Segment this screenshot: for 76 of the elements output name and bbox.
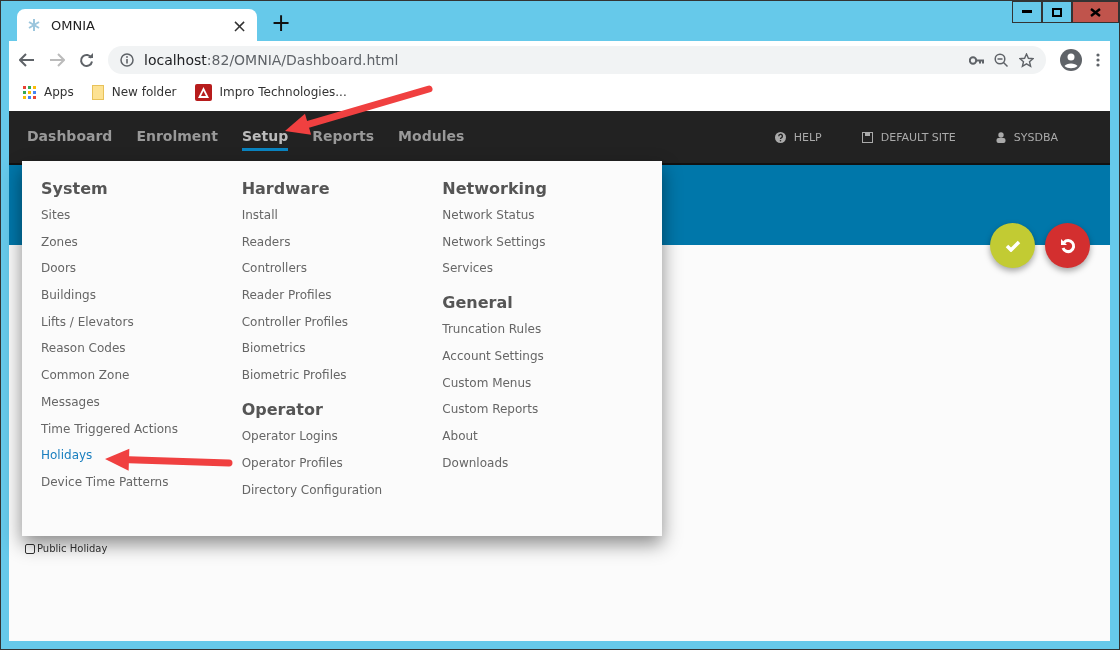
menu-heading: Operator [241, 400, 324, 420]
menu-item[interactable]: Lifts / Elevators [41, 312, 134, 331]
checkbox[interactable] [25, 543, 35, 554]
menu-item[interactable]: Operator Logins [241, 427, 338, 446]
menu-heading: General [442, 293, 514, 313]
save-icon [861, 131, 873, 143]
nav-tab[interactable]: Enrolment [136, 123, 218, 151]
checkbox-label: Public Holiday [37, 543, 108, 554]
nav-link[interactable]: SYSDBA [1013, 130, 1058, 144]
menu-item[interactable]: Holidays [41, 446, 93, 465]
bookmark-link[interactable]: Apps [44, 85, 74, 99]
menu-item[interactable]: Controllers [241, 259, 307, 278]
url-text: localhost:82/OMNIA/Dashboard.html [144, 52, 400, 68]
menu-item[interactable]: Account Settings [442, 347, 544, 366]
nav-link[interactable]: HELP [793, 130, 822, 144]
folder-icon [91, 84, 104, 100]
menu-item[interactable]: Zones [41, 232, 78, 251]
maximize-button[interactable] [1042, 1, 1072, 23]
user-icon [995, 131, 1006, 143]
help-icon [774, 131, 786, 143]
menu-heading: Hardware [241, 179, 331, 198]
menu-item[interactable]: Biometrics [241, 339, 306, 358]
minimize-icon [1022, 10, 1032, 14]
menu-item[interactable]: Install [241, 206, 278, 224]
zoom-out-icon[interactable] [994, 52, 1009, 68]
menu-item[interactable]: Custom Reports [442, 400, 539, 419]
browser-tab[interactable]: OMNIA × [17, 9, 257, 41]
menu-item[interactable]: Operator Profiles [241, 453, 343, 472]
menu-item[interactable]: Common Zone [41, 366, 130, 385]
menu-heading: Networking [442, 179, 548, 198]
nav-tab[interactable]: Reports [312, 123, 375, 151]
menu-item[interactable]: Controller Profiles [241, 312, 349, 331]
reload-icon[interactable] [79, 52, 94, 68]
site-logo-icon [194, 83, 212, 101]
menu-item[interactable]: Messages [41, 392, 100, 411]
menu-item[interactable]: Truncation Rules [442, 320, 542, 339]
menu-item[interactable]: Device Time Patterns [41, 472, 169, 491]
minimize-button[interactable] [1012, 1, 1042, 23]
close-button[interactable] [1072, 1, 1119, 23]
apps-grid-icon [23, 85, 36, 99]
snowflake-icon [27, 18, 41, 32]
key-icon[interactable] [969, 55, 984, 65]
menu-item[interactable]: Reader Profiles [241, 286, 332, 305]
bookmark-link[interactable]: Impro Technologies... [219, 85, 347, 99]
account-icon[interactable] [1060, 49, 1082, 71]
menu-item[interactable]: Doors [41, 259, 77, 278]
address-bar[interactable]: localhost:82/OMNIA/Dashboard.html [108, 46, 1046, 74]
menu-item[interactable]: Network Status [442, 206, 535, 224]
back-icon[interactable] [19, 53, 35, 67]
menu-item[interactable]: Downloads [442, 453, 509, 472]
menu-item[interactable]: Sites [41, 206, 71, 224]
menu-item[interactable]: About [442, 427, 478, 446]
maximize-icon [1052, 7, 1062, 17]
menu-item[interactable]: Readers [241, 232, 291, 251]
nav-tab[interactable]: Modules [398, 123, 465, 151]
menu-item[interactable]: Directory Configuration [241, 480, 383, 499]
close-tab-button[interactable]: × [231, 14, 247, 36]
menu-item[interactable]: Network Settings [442, 232, 546, 251]
info-icon [120, 53, 134, 67]
close-icon [1090, 7, 1101, 17]
new-tab-button[interactable]: + [271, 9, 292, 37]
bookmark-link[interactable]: New folder [111, 85, 177, 99]
star-icon[interactable] [1019, 52, 1034, 68]
menu-item[interactable]: Biometric Profiles [241, 366, 347, 385]
more-menu-icon[interactable] [1096, 53, 1100, 67]
tab-title: OMNIA [51, 17, 96, 33]
nav-link[interactable]: DEFAULT SITE [880, 130, 956, 144]
menu-item[interactable]: Services [442, 259, 493, 278]
menu-item[interactable]: Custom Menus [442, 373, 532, 392]
menu-item[interactable]: Time Triggered Actions [41, 419, 178, 438]
menu-heading: System [41, 179, 109, 198]
menu-item[interactable]: Reason Codes [41, 339, 126, 358]
check-icon [1004, 239, 1021, 252]
undo-icon [1059, 237, 1076, 254]
menu-item[interactable]: Buildings [41, 286, 96, 305]
nav-tab[interactable]: Dashboard [27, 123, 113, 151]
